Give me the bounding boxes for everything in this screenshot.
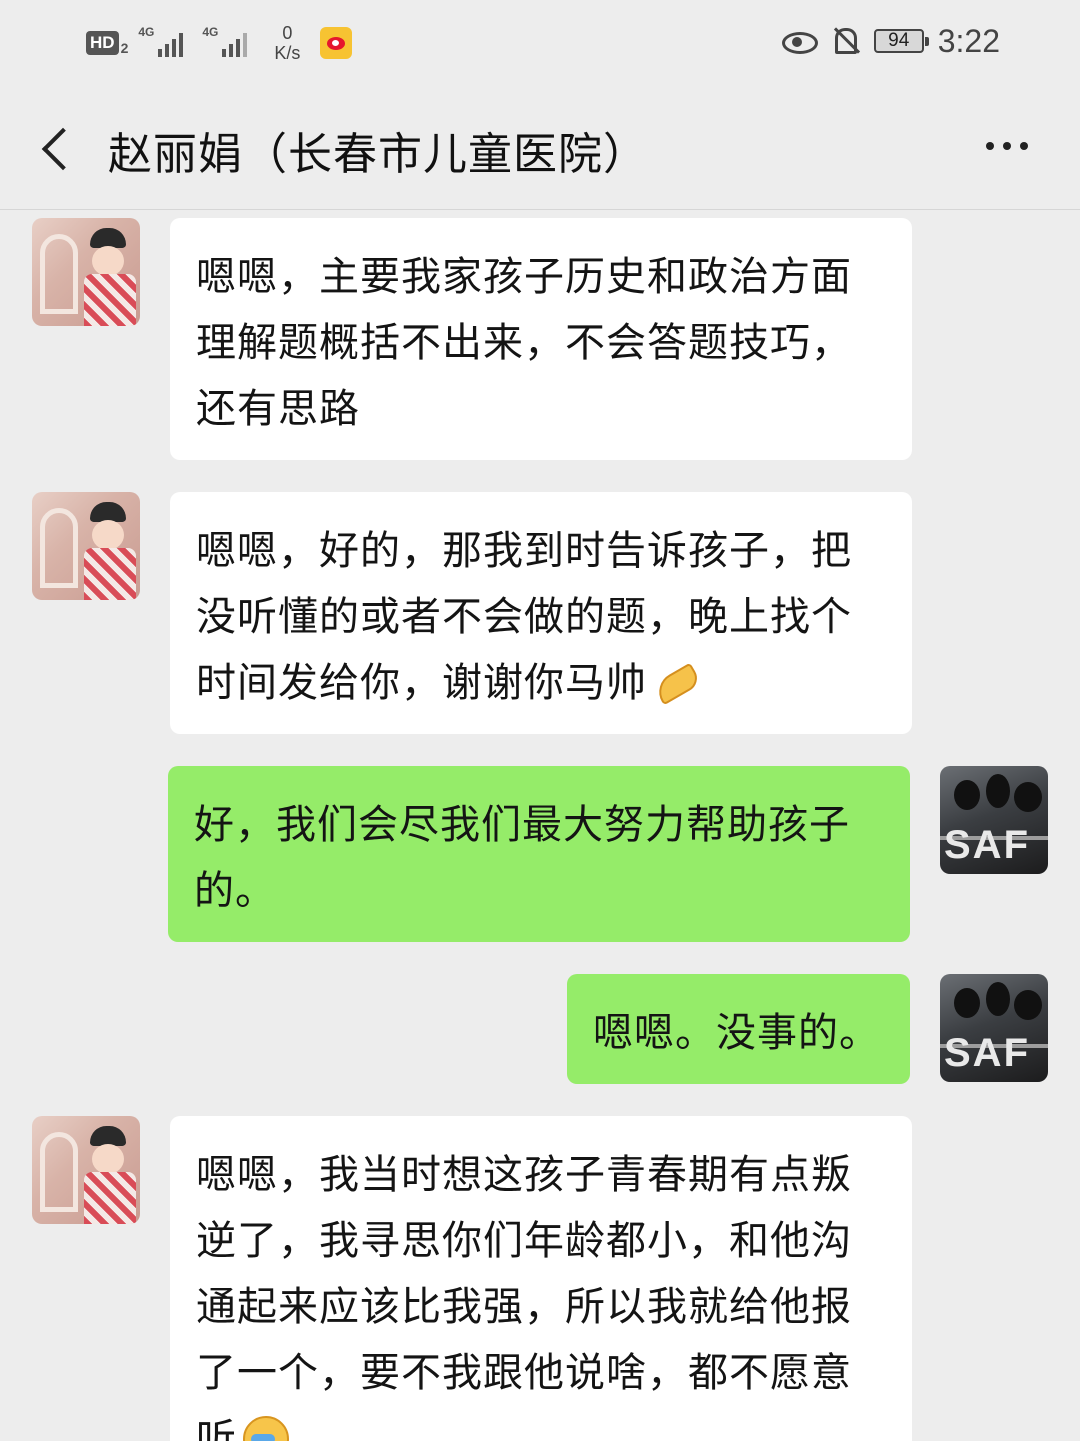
status-bar: HD 2 4G 4G 0 K/s 94 3:22 [0, 0, 1080, 90]
hd-voice-icon: HD [86, 31, 119, 55]
battery-icon: 94 [873, 29, 929, 53]
message-text: 嗯嗯，好的，那我到时告诉孩子，把没听懂的或者不会做的题，晚上找个时间发给你，谢谢… [196, 528, 852, 706]
signal-sim1-icon: 4G [138, 25, 192, 61]
message-bubble-outgoing[interactable]: 好，我们会尽我们最大努力帮助孩子的。 [168, 766, 910, 942]
network-type-sim1: 4G [138, 25, 155, 39]
signal-sim2-icon: 4G [202, 25, 256, 61]
status-right: 94 3:22 [781, 18, 1000, 64]
network-speed: 0 K/s [274, 23, 300, 63]
message-text: 嗯嗯，我当时想这孩子青春期有点叛逆了，我寻思你们年龄都小，和他沟通起来应该比我强… [196, 1152, 852, 1441]
message-text: 好，我们会尽我们最大努力帮助孩子的。 [194, 802, 850, 914]
eye-comfort-icon [781, 30, 818, 54]
avatar-text: SAF [944, 1031, 1030, 1075]
hd-sim-index: 2 [120, 40, 129, 56]
message-bubble-incoming[interactable]: 嗯嗯，好的，那我到时告诉孩子，把没听懂的或者不会做的题，晚上找个时间发给你，谢谢… [170, 492, 912, 734]
back-arrow-icon[interactable] [40, 128, 80, 168]
avatar-text: SAF [944, 823, 1030, 867]
network-speed-value: 0 [282, 23, 293, 43]
message-text: 嗯嗯。没事的。 [593, 1010, 880, 1056]
status-time: 3:22 [937, 22, 1000, 59]
message-bubble-outgoing[interactable]: 嗯嗯。没事的。 [567, 974, 910, 1084]
contact-avatar[interactable] [32, 1116, 140, 1224]
chat-title: 赵丽娟（长春市儿童医院） [108, 129, 648, 180]
network-speed-unit: K/s [274, 43, 301, 63]
chat-header: 赵丽娟（长春市儿童医院） [0, 90, 1080, 210]
more-options-icon[interactable] [986, 142, 1028, 150]
contact-avatar[interactable] [32, 218, 140, 326]
contact-avatar[interactable] [32, 492, 140, 600]
crying-face-emoji-icon [239, 1414, 289, 1441]
message-text: 嗯嗯，主要我家孩子历史和政治方面理解题概括不出来，不会答题技巧，还有思路 [196, 254, 852, 432]
message-bubble-incoming[interactable]: 嗯嗯，我当时想这孩子青春期有点叛逆了，我寻思你们年龄都小，和他沟通起来应该比我强… [170, 1116, 912, 1441]
chat-message-list[interactable]: 嗯嗯，主要我家孩子历史和政治方面理解题概括不出来，不会答题技巧，还有思路 嗯嗯，… [0, 210, 1080, 1441]
weibo-notification-icon [320, 27, 353, 59]
bell-muted-icon [830, 26, 860, 56]
message-bubble-incoming[interactable]: 嗯嗯，主要我家孩子历史和政治方面理解题概括不出来，不会答题技巧，还有思路 [170, 218, 912, 460]
my-avatar[interactable]: SAF [940, 766, 1048, 874]
network-type-sim2: 4G [202, 25, 219, 39]
praying-hands-emoji-icon [649, 658, 699, 702]
status-left: HD 2 4G 4G 0 K/s [86, 18, 353, 68]
my-avatar[interactable]: SAF [940, 974, 1048, 1082]
